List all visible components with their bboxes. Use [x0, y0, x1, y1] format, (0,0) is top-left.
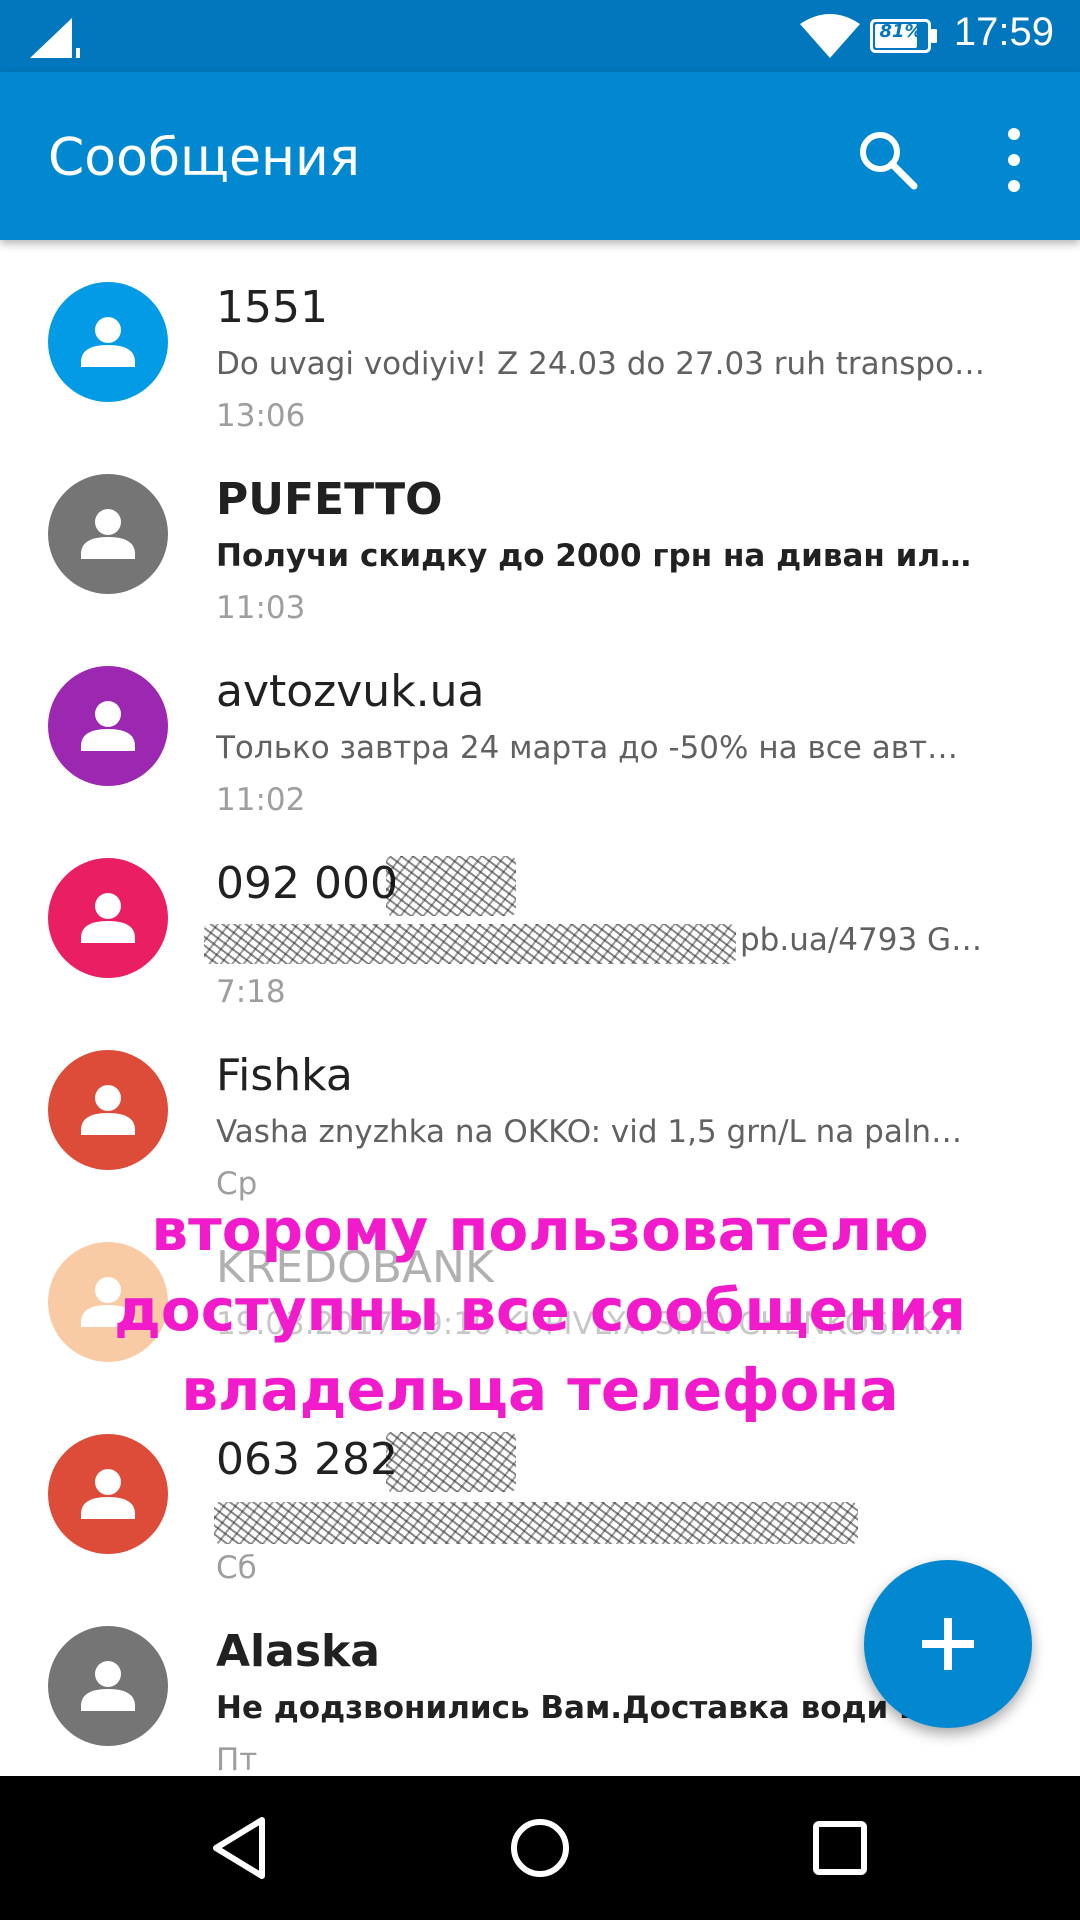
person-icon: [48, 1626, 168, 1746]
app-bar: Сообщения: [0, 72, 1080, 240]
conversation-time: 7:18: [216, 974, 286, 1010]
conversation-snippet: Vasha znyzhka na OKKO: vid 1,5 grn/L na …: [216, 1114, 963, 1150]
conversation-time: 11:02: [216, 782, 306, 818]
conversation-name: 063 282: [216, 1434, 398, 1485]
person-icon: [48, 666, 168, 786]
avatar: [48, 474, 168, 594]
page-title: Сообщения: [48, 128, 361, 188]
signal-icon: [30, 18, 80, 58]
conversation-snippet: pb.ua/4793 G…: [740, 922, 983, 958]
conversation-name: 1551: [216, 282, 328, 333]
conversation-name: 092 000: [216, 858, 398, 909]
conversation-name: PUFETTO: [216, 474, 443, 525]
plus-icon: [922, 1618, 974, 1670]
overlay-caption: второму пользователю доступны все сообще…: [0, 1190, 1080, 1430]
overlay-caption-line: владельца телефона: [181, 1356, 899, 1424]
avatar: [48, 1434, 168, 1554]
navigation-bar: [0, 1776, 1080, 1920]
person-icon: [48, 1050, 168, 1170]
wifi-icon: [800, 14, 860, 58]
conversation-item[interactable]: 092 000 pb.ua/4793 G… 7:18: [0, 816, 1080, 1010]
new-message-button[interactable]: [864, 1560, 1032, 1728]
overlay-caption-line: второму пользователю: [151, 1196, 929, 1264]
more-vert-icon[interactable]: [994, 124, 1034, 196]
recents-icon[interactable]: [804, 1812, 876, 1884]
avatar: [48, 1050, 168, 1170]
conversation-item[interactable]: avtozvuk.ua Только завтра 24 марта до -5…: [0, 624, 1080, 818]
redaction-scribble: [214, 1502, 858, 1544]
avatar: [48, 1626, 168, 1746]
conversation-snippet: Do uvagi vodiyiv! Z 24.03 do 27.03 ruh t…: [216, 346, 986, 382]
conversation-item[interactable]: Fishka Vasha znyzhka na OKKO: vid 1,5 gr…: [0, 1008, 1080, 1202]
avatar: [48, 858, 168, 978]
home-icon[interactable]: [504, 1812, 576, 1884]
conversation-list[interactable]: 1551 Do uvagi vodiyiv! Z 24.03 do 27.03 …: [0, 240, 1080, 1776]
person-icon: [48, 282, 168, 402]
conversation-time: 13:06: [216, 398, 306, 434]
redaction-scribble: [386, 1432, 516, 1492]
conversation-item[interactable]: PUFETTO Получи скидку до 2000 грн на див…: [0, 432, 1080, 626]
conversation-name: Fishka: [216, 1050, 353, 1101]
conversation-time: 11:03: [216, 590, 306, 626]
conversation-name: avtozvuk.ua: [216, 666, 485, 717]
conversation-snippet: Только завтра 24 марта до -50% на все ав…: [216, 730, 959, 766]
conversation-item[interactable]: 1551 Do uvagi vodiyiv! Z 24.03 do 27.03 …: [0, 240, 1080, 434]
person-icon: [48, 858, 168, 978]
clock: 17:59: [953, 10, 1054, 54]
back-icon[interactable]: [204, 1812, 276, 1884]
conversation-snippet: Получи скидку до 2000 грн на диван или к…: [216, 538, 986, 574]
redaction-scribble: [204, 924, 736, 964]
conversation-snippet: Не додзвонились Вам.Доставка води ID:: [216, 1690, 949, 1726]
redaction-scribble: [386, 856, 516, 916]
avatar: [48, 282, 168, 402]
battery-percent: 81%: [879, 21, 923, 42]
avatar: [48, 666, 168, 786]
overlay-caption-line: доступны все сообщения: [114, 1276, 966, 1344]
conversation-time: Сб: [216, 1550, 257, 1586]
conversation-name: Alaska: [216, 1626, 380, 1677]
status-bar: 81% 17:59: [0, 0, 1080, 72]
search-icon[interactable]: [854, 126, 920, 192]
person-icon: [48, 474, 168, 594]
conversation-time: Пт: [216, 1742, 258, 1776]
person-icon: [48, 1434, 168, 1554]
